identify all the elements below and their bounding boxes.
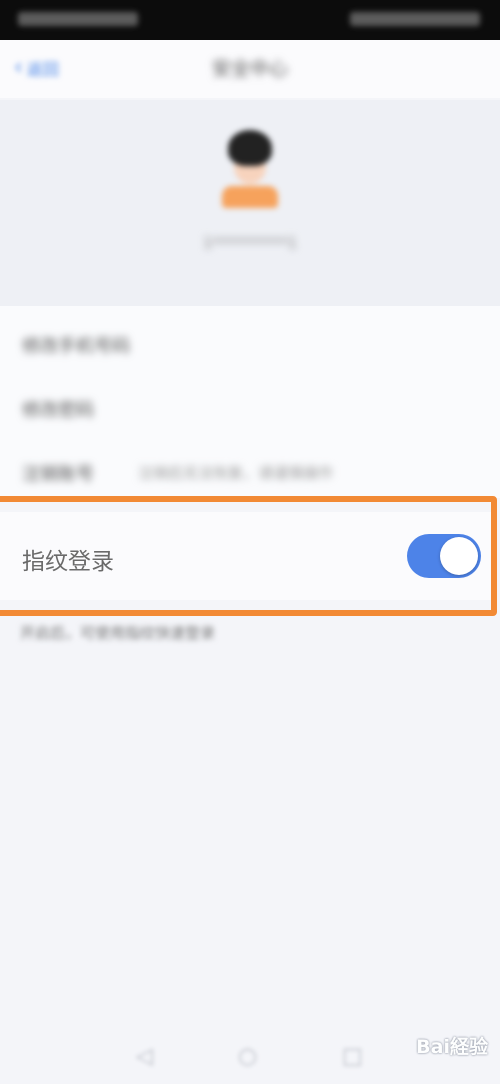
fingerprint-login-toggle[interactable] — [407, 534, 481, 578]
nav-bar: ‹ 返回 安全中心 — [0, 40, 500, 98]
status-right-blur — [350, 12, 480, 26]
status-left-blur — [18, 12, 138, 26]
watermark-logo: Bai経验 — [416, 1036, 488, 1058]
menu-item-delete-account[interactable]: 注销账号 注销后无法恢复，请谨慎操作 — [0, 440, 500, 504]
menu-item-label: 修改手机号码 — [22, 336, 130, 357]
circle-icon[interactable]: ○ — [238, 1044, 257, 1069]
menu-item-change-password[interactable]: 修改密码 — [0, 376, 500, 440]
profile-card: 1**********1 — [0, 100, 500, 306]
menu-item-label: 修改密码 — [22, 400, 94, 421]
fingerprint-login-row[interactable]: 指纹登录 — [0, 512, 492, 600]
square-icon[interactable]: □ — [342, 1044, 363, 1069]
profile-name: 1**********1 — [202, 234, 298, 252]
menu-item-subtitle: 注销后无法恢复，请谨慎操作 — [138, 464, 334, 482]
avatar[interactable] — [218, 124, 282, 214]
settings-menu: 修改手机号码 修改密码 注销账号 注销后无法恢复，请谨慎操作 — [0, 306, 500, 498]
triangle-left-icon[interactable]: ◁ — [136, 1044, 153, 1069]
fingerprint-login-label: 指纹登录 — [22, 549, 114, 575]
menu-item-label: 注销账号 — [22, 464, 94, 485]
fingerprint-hint: 开启后，可使用指纹快速登录 — [20, 624, 216, 642]
status-bar — [0, 0, 500, 40]
page-title: 安全中心 — [211, 58, 288, 80]
menu-item-change-phone[interactable]: 修改手机号码 — [0, 312, 500, 376]
screen: ‹ 返回 安全中心 1**********1 修改手机号码 修改密码 注销账号 … — [0, 0, 500, 1084]
toggle-knob — [440, 537, 478, 575]
